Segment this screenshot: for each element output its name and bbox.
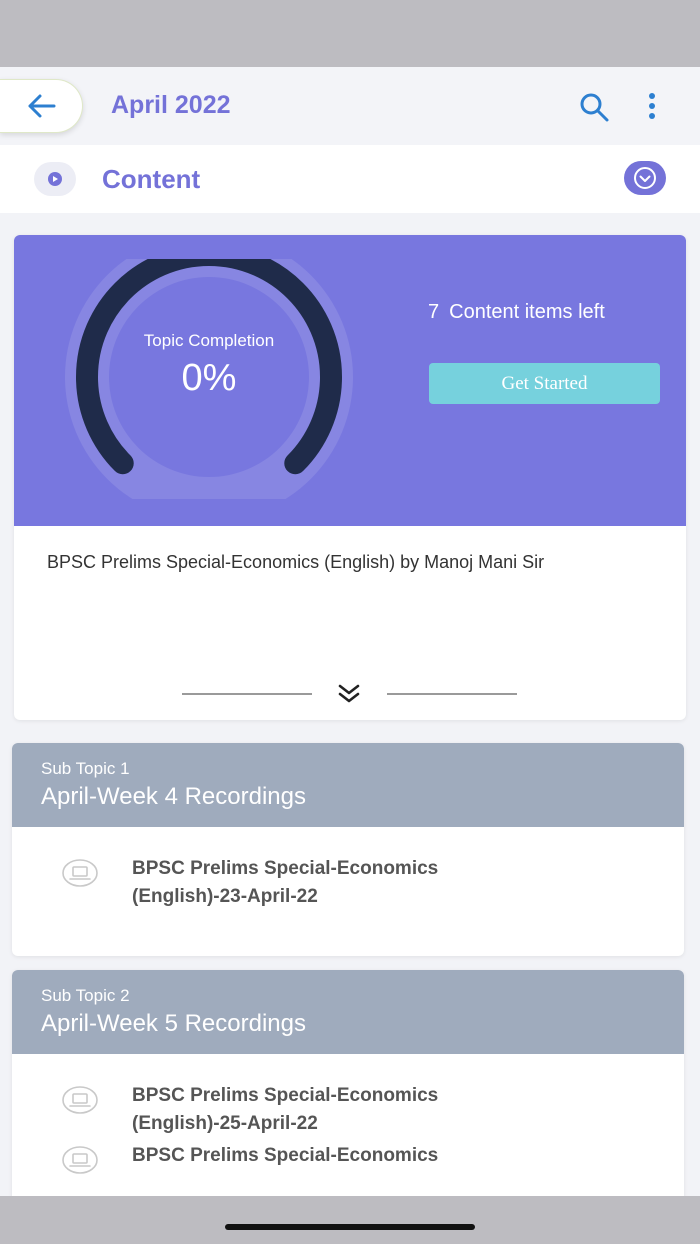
sub-topic-card: Sub Topic 1 April-Week 4 Recordings BPSC… bbox=[12, 743, 684, 956]
home-indicator-area bbox=[0, 1196, 700, 1244]
back-button[interactable] bbox=[0, 79, 83, 133]
content-title: Content bbox=[102, 164, 201, 194]
sub-topic-card: Sub Topic 2 April-Week 5 Recordings BPSC… bbox=[12, 970, 684, 1210]
divider-left bbox=[182, 693, 312, 695]
sub-topic-number: Sub Topic 1 bbox=[41, 759, 130, 778]
recording-title: BPSC Prelims Special-Economics bbox=[132, 1145, 439, 1166]
topic-description: BPSC Prelims Special-Economics (English)… bbox=[47, 552, 545, 572]
topic-completion-label: Topic Completion bbox=[143, 331, 275, 350]
chevron-down-icon bbox=[634, 167, 656, 189]
laptop-icon bbox=[62, 1086, 98, 1114]
sub-topic-header[interactable]: Sub Topic 1 April-Week 4 Recordings bbox=[12, 743, 684, 827]
recording-title: BPSC Prelims Special-Economics (English)… bbox=[132, 1085, 439, 1134]
items-left: 7 Content items left bbox=[428, 301, 605, 324]
sub-topic-header[interactable]: Sub Topic 2 April-Week 5 Recordings bbox=[12, 970, 684, 1054]
home-indicator[interactable] bbox=[225, 1224, 475, 1230]
arrow-left-icon bbox=[28, 94, 56, 118]
sub-topic-number: Sub Topic 2 bbox=[41, 986, 130, 1005]
status-bar bbox=[0, 0, 700, 67]
topic-card: Topic Completion 0% 7 Content items left … bbox=[14, 235, 686, 720]
page-title: April 2022 bbox=[111, 91, 231, 119]
more-vertical-icon bbox=[649, 93, 655, 119]
recording-title: BPSC Prelims Special-Economics (English)… bbox=[132, 858, 439, 907]
chevrons-down-icon bbox=[338, 684, 360, 703]
recording-item[interactable]: BPSC Prelims Special-Economics (English)… bbox=[12, 1054, 684, 1146]
sub-topic-title: April-Week 5 Recordings bbox=[41, 1010, 306, 1037]
topic-completion-value: 0% bbox=[181, 357, 237, 399]
topic-banner: Topic Completion 0% 7 Content items left … bbox=[14, 235, 686, 526]
gauge-text: Topic Completion 0% bbox=[64, 330, 354, 400]
recording-item[interactable]: BPSC Prelims Special-Economics (English)… bbox=[12, 827, 684, 919]
content-toggle-button[interactable] bbox=[624, 161, 666, 195]
expand-row bbox=[14, 677, 686, 709]
sub-topic-title: April-Week 4 Recordings bbox=[41, 783, 306, 810]
items-left-count: 7 bbox=[428, 301, 440, 323]
laptop-icon bbox=[62, 1146, 98, 1174]
content-section-bar: Content bbox=[0, 145, 700, 213]
play-icon bbox=[48, 172, 62, 186]
more-options-button[interactable] bbox=[640, 91, 664, 123]
get-started-button[interactable]: Get Started bbox=[429, 363, 660, 404]
content-icon-badge bbox=[34, 162, 76, 196]
expand-button[interactable] bbox=[334, 681, 364, 707]
app-header: April 2022 bbox=[0, 67, 700, 145]
search-button[interactable] bbox=[578, 91, 610, 123]
items-left-label: Content items left bbox=[449, 301, 605, 323]
laptop-icon bbox=[62, 859, 98, 887]
divider-right bbox=[387, 693, 517, 695]
search-icon bbox=[580, 93, 609, 122]
